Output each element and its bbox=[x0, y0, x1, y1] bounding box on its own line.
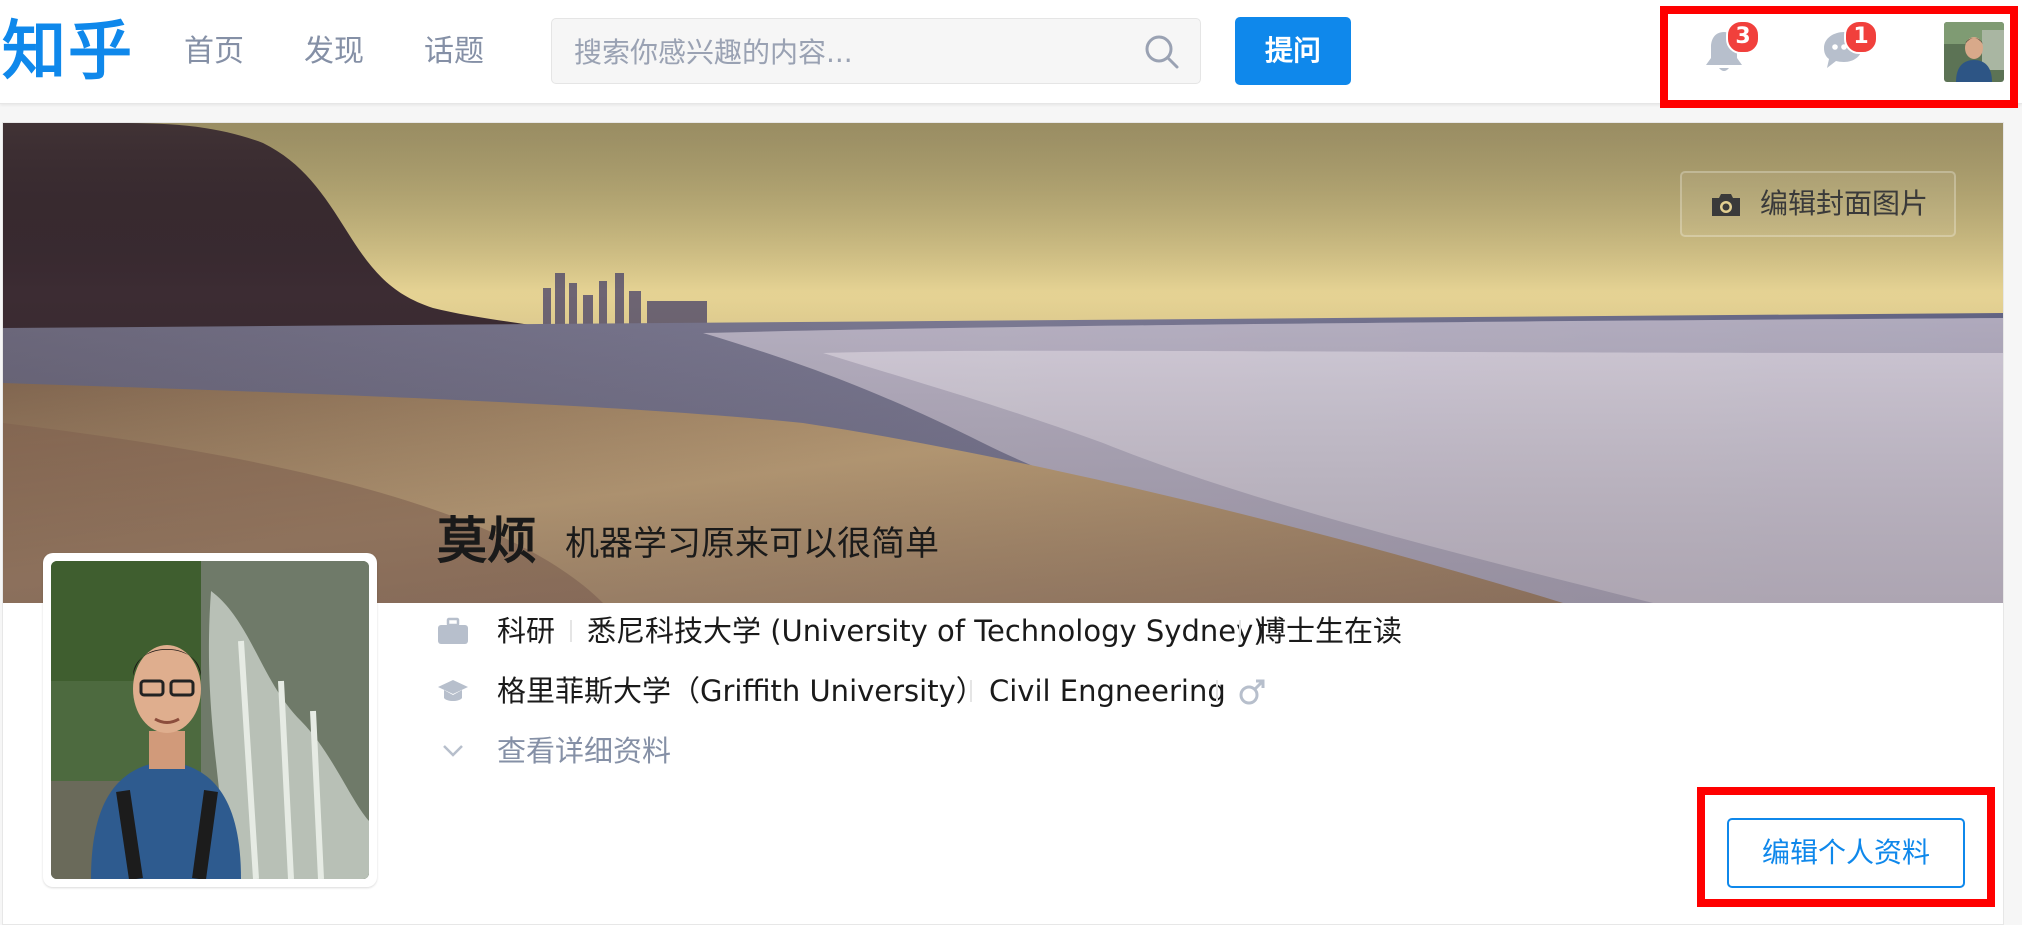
view-details-label: 查看详细资料 bbox=[497, 734, 672, 768]
top-navigation-bar: 知乎 首页 发现 话题 提问 3 1 bbox=[0, 0, 2022, 108]
nav-link-topics[interactable]: 话题 bbox=[424, 0, 484, 103]
info-divider bbox=[1216, 680, 1218, 702]
education-school: 格里菲斯大学（Griffith University） bbox=[497, 674, 985, 708]
ask-question-button[interactable]: 提问 bbox=[1235, 17, 1351, 85]
info-divider bbox=[1239, 620, 1241, 642]
nav-link-explore[interactable]: 发现 bbox=[304, 0, 364, 103]
graduation-cap-icon bbox=[438, 680, 468, 701]
user-headline: 机器学习原来可以很简单 bbox=[565, 524, 939, 564]
education-major: Civil Engneering bbox=[989, 674, 1226, 708]
male-icon bbox=[1239, 679, 1265, 705]
info-divider bbox=[970, 680, 972, 702]
zhihu-logo[interactable]: 知乎 bbox=[2, 8, 134, 96]
profile-avatar[interactable] bbox=[43, 553, 377, 887]
info-divider bbox=[570, 620, 572, 642]
user-name: 莫烦 bbox=[437, 512, 537, 570]
employment-row: 科研 悉尼科技大学 (University of Technology Sydn… bbox=[437, 606, 1637, 656]
nav-link-home[interactable]: 首页 bbox=[184, 0, 244, 103]
edit-cover-label: 编辑封面图片 bbox=[1760, 187, 1929, 220]
search-icon[interactable] bbox=[1142, 32, 1182, 72]
camera-icon bbox=[1712, 194, 1740, 216]
highlight-box-nav-icons bbox=[1660, 6, 2018, 108]
view-details-link[interactable]: 查看详细资料 bbox=[437, 726, 837, 776]
cover-image: 编辑封面图片 bbox=[3, 123, 2003, 603]
briefcase-icon bbox=[438, 617, 468, 644]
employment-industry: 科研 bbox=[497, 614, 556, 648]
employment-company: 悉尼科技大学 (University of Technology Sydney) bbox=[587, 614, 1265, 648]
search-box bbox=[551, 18, 1201, 85]
search-input[interactable] bbox=[572, 19, 1136, 85]
employment-position: 博士生在读 bbox=[1257, 614, 1403, 648]
highlight-box-edit-profile bbox=[1697, 787, 1995, 907]
chevron-down-icon bbox=[443, 745, 463, 757]
edit-cover-button[interactable]: 编辑封面图片 bbox=[1680, 171, 1956, 237]
education-row: 格里菲斯大学（Griffith University） Civil Engnee… bbox=[437, 666, 1437, 716]
